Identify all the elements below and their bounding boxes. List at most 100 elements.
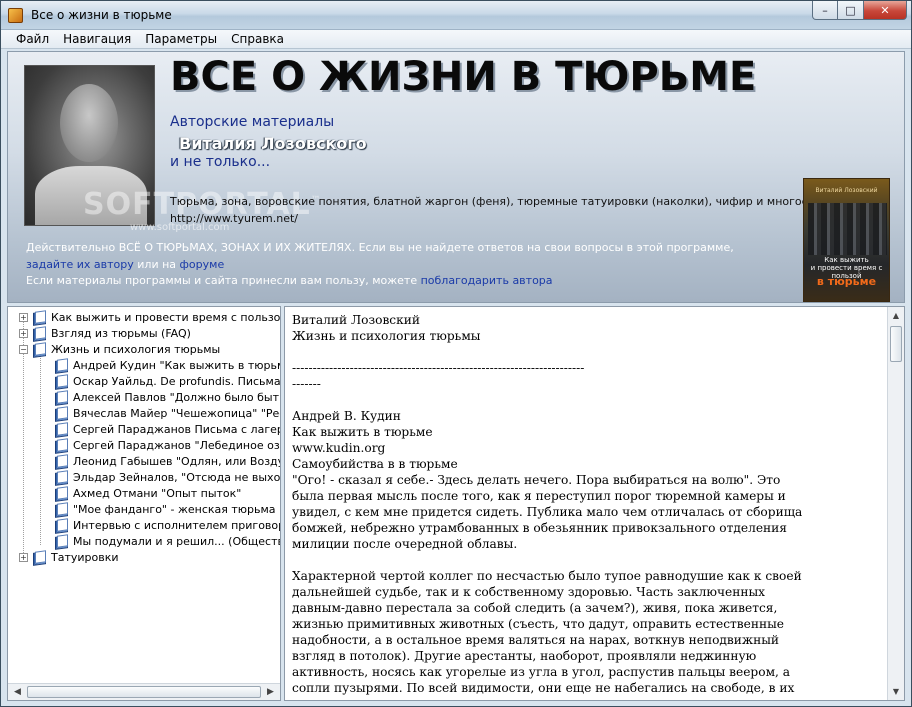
book-author: Виталий Лозовский bbox=[815, 187, 878, 194]
forum-link[interactable]: форуме bbox=[180, 258, 225, 271]
book-icon bbox=[32, 551, 46, 564]
close-button[interactable]: ✕ bbox=[864, 1, 907, 20]
banner-thanks-line: Если материалы программы и сайта принесл… bbox=[26, 274, 553, 287]
site-url[interactable]: http://www.tyurem.net/ bbox=[170, 212, 298, 225]
tree-item-label: "Мое фанданго" - женская тюрьма bbox=[73, 502, 276, 516]
scroll-thumb[interactable] bbox=[890, 326, 902, 362]
tree-item[interactable]: + Взгляд из тюрьмы (FAQ) bbox=[19, 325, 191, 341]
tree-item-label: Сергей Параджанов Письма с лагеря bbox=[73, 422, 281, 436]
text-line: бомжей, небрежно утрамбованных в обезьян… bbox=[292, 521, 787, 535]
menu-parameters[interactable]: Параметры bbox=[138, 30, 224, 48]
text-line: www.kudin.org bbox=[292, 441, 386, 455]
tree-expander[interactable]: + bbox=[19, 552, 28, 562]
book-main-title: в тюрьме bbox=[816, 275, 877, 288]
text-line: Жизнь и психология тюрьмы bbox=[292, 329, 481, 343]
article-text-pane[interactable]: Виталий Лозовский Жизнь и психология тюрь… bbox=[284, 306, 905, 701]
tree-item[interactable]: Леонид Габышев "Одлян, или Воздух св bbox=[54, 453, 280, 469]
thank-author-link[interactable]: поблагодарить автора bbox=[421, 274, 553, 287]
text-line bbox=[292, 552, 882, 568]
maximize-button[interactable]: □ bbox=[838, 1, 864, 20]
tree-item[interactable]: − Жизнь и психология тюрьмы bbox=[19, 341, 220, 357]
book-icon bbox=[54, 423, 68, 436]
scroll-thumb[interactable] bbox=[27, 686, 261, 698]
tree-item-label: Эльдар Зейналов, "Отсюда не выходят bbox=[73, 470, 281, 484]
text-line: ------- bbox=[292, 377, 321, 391]
tree-item-label: Сергей Параджанов "Лебединое озеро. bbox=[73, 438, 281, 452]
text-line: увидел, с кем мне придется сидеть. Публи… bbox=[292, 505, 803, 519]
window-title: Все о жизни в тюрьме bbox=[31, 8, 172, 22]
banner-ask-line: задайте их автору или на форуме bbox=[26, 258, 224, 271]
tree-item[interactable]: Оскар Уайльд. De profundis. Письма с тк bbox=[54, 373, 281, 389]
tree-item[interactable]: Андрей Кудин "Как выжить в тюрьме" - bbox=[54, 357, 280, 373]
tree-item[interactable]: Вячеслав Майер "Чешежопица" "Ресниц bbox=[54, 405, 280, 421]
tree-item-label: Взгляд из тюрьмы (FAQ) bbox=[51, 326, 191, 340]
tree-item[interactable]: "Мое фанданго" - женская тюрьма bbox=[54, 501, 276, 517]
window-controls: – □ ✕ bbox=[812, 1, 907, 21]
tree-item-label: Жизнь и психология тюрьмы bbox=[51, 342, 221, 356]
book-icon bbox=[32, 327, 46, 340]
book-cover[interactable]: Виталий Лозовский Как выжить и провести в… bbox=[803, 178, 890, 302]
scroll-right-icon[interactable]: ▶ bbox=[262, 684, 279, 700]
tree-item[interactable]: Мы подумали и я решил... (Общественн bbox=[54, 533, 280, 549]
authors-line: Авторские материалы bbox=[170, 114, 335, 130]
tree-item[interactable]: Сергей Параджанов Письма с лагеря bbox=[54, 421, 281, 437]
banner-description: Действительно ВСЁ О ТЮРЬМАХ, ЗОНАХ И ИХ … bbox=[26, 241, 734, 254]
app-icon[interactable] bbox=[8, 8, 23, 23]
tree-horizontal-scrollbar[interactable]: ◀ ▶ bbox=[8, 683, 280, 700]
tree-expander[interactable]: − bbox=[19, 344, 28, 354]
menu-file[interactable]: Файл bbox=[9, 30, 56, 48]
tree-item[interactable]: Алексей Павлов "Должно было быть не bbox=[54, 389, 281, 405]
text-line bbox=[292, 344, 882, 360]
author-name: Виталия Лозовского bbox=[179, 134, 367, 153]
text-line: "Ого! - сказал я себе.- Здесь делать неч… bbox=[292, 473, 781, 487]
menu-navigation[interactable]: Навигация bbox=[56, 30, 138, 48]
tree-item-label: Алексей Павлов "Должно было быть не bbox=[73, 390, 281, 404]
not-only-text: и не только... bbox=[170, 154, 271, 170]
ask-author-link[interactable]: задайте их автору bbox=[26, 258, 134, 271]
book-icon bbox=[54, 391, 68, 404]
or-on-text: или на bbox=[137, 258, 177, 271]
text-line: Андрей В. Кудин bbox=[292, 409, 401, 423]
scroll-left-icon[interactable]: ◀ bbox=[9, 684, 26, 700]
tree-item[interactable]: + Как выжить и провести время с пользой … bbox=[19, 309, 280, 325]
book-icon bbox=[54, 375, 68, 388]
header-banner: ВСЕ О ЖИЗНИ В ТЮРЬМЕ Авторские материалы… bbox=[7, 51, 905, 303]
book-icon bbox=[54, 439, 68, 452]
topics-text: Тюрьма, зона, воровские понятия, блатной… bbox=[170, 195, 863, 208]
book-icon bbox=[32, 343, 46, 356]
text-line: ----------------------------------------… bbox=[292, 361, 585, 375]
tree-guide-children bbox=[40, 353, 41, 545]
text-line: милиции после очередной облавы. bbox=[292, 537, 518, 551]
photo-face bbox=[60, 84, 118, 162]
tree-item[interactable]: + Татуировки bbox=[19, 549, 119, 565]
text-line: была первая мысль после того, как я пере… bbox=[292, 489, 786, 503]
tree-item[interactable]: Эльдар Зейналов, "Отсюда не выходят bbox=[54, 469, 281, 485]
book-cover-picture bbox=[808, 203, 887, 255]
navigation-tree[interactable]: + Как выжить и провести время с пользой … bbox=[7, 306, 281, 701]
tree-item[interactable]: Интервью с исполнителем приговоров Б bbox=[54, 517, 280, 533]
app-window: Все о жизни в тюрьме – □ ✕ Файл Навигаци… bbox=[0, 0, 912, 707]
scroll-down-icon[interactable]: ▼ bbox=[888, 683, 904, 700]
minimize-button[interactable]: – bbox=[812, 1, 838, 20]
tree-item-label: Оскар Уайльд. De profundis. Письма с тк bbox=[73, 374, 281, 388]
title-bar[interactable]: Все о жизни в тюрьме – □ ✕ bbox=[1, 1, 911, 30]
book-icon bbox=[54, 455, 68, 468]
text-line: жизнью примитивных животных (съесть, что… bbox=[292, 617, 785, 631]
tree-item-label: Вячеслав Майер "Чешежопица" "Ресниц bbox=[73, 406, 280, 420]
tree-expander[interactable]: + bbox=[19, 312, 28, 322]
menu-help[interactable]: Справка bbox=[224, 30, 291, 48]
text-vertical-scrollbar[interactable]: ▲ ▼ bbox=[887, 307, 904, 700]
tree-item-label: Татуировки bbox=[51, 550, 119, 564]
tree-expander[interactable]: + bbox=[19, 328, 28, 338]
scroll-up-icon[interactable]: ▲ bbox=[888, 307, 904, 324]
tree-item-label: Андрей Кудин "Как выжить в тюрьме" - bbox=[73, 358, 280, 372]
article-text[interactable]: Виталий Лозовский Жизнь и психология тюрь… bbox=[292, 312, 882, 696]
text-line: дальнейшей судьбе, так и к собственному … bbox=[292, 585, 766, 599]
text-line: Характерной чертой коллег по несчастью б… bbox=[292, 569, 802, 583]
text-line: активность, носясь как угорелые из угла … bbox=[292, 665, 791, 679]
tree-item[interactable]: Ахмед Отмани "Опыт пыток" bbox=[54, 485, 241, 501]
menu-bar: Файл Навигация Параметры Справка bbox=[1, 30, 911, 49]
text-line bbox=[292, 392, 882, 408]
tree-item[interactable]: Сергей Параджанов "Лебединое озеро. bbox=[54, 437, 281, 453]
book-icon bbox=[54, 503, 68, 516]
